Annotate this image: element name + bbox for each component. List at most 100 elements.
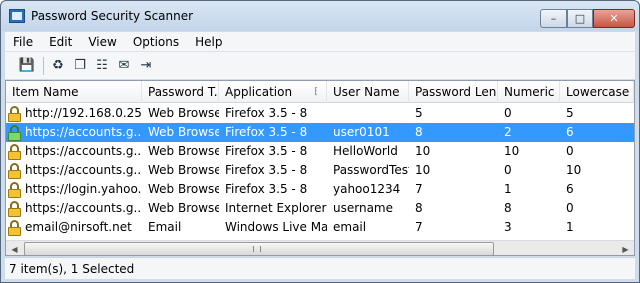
cell-password-type: Web Browser: [148, 125, 219, 139]
menu-edit[interactable]: Edit: [41, 35, 80, 49]
cell-lowercase: 6: [566, 125, 574, 139]
item-name-text: https://login.yahoo...: [25, 182, 142, 196]
menu-options[interactable]: Options: [125, 35, 187, 49]
cell-lowercase: 6: [566, 182, 574, 196]
cell-user-name: yahoo1234: [333, 182, 401, 196]
lock-icon: [8, 105, 21, 122]
app-window: Password Security Scanner – □ ✕ File Edi…: [0, 0, 640, 283]
cell-password-length: 7: [415, 182, 423, 196]
scrollbar-thumb[interactable]: [24, 242, 494, 255]
table-row[interactable]: https://accounts.g... Web Browser Firefo…: [6, 142, 634, 161]
lock-icon: [8, 181, 21, 198]
minimize-button[interactable]: –: [540, 9, 567, 28]
menu-bar: File Edit View Options Help: [5, 32, 635, 51]
cell-user-name: PasswordTest: [333, 163, 409, 177]
cell-application: Firefox 3.5 - 8: [225, 182, 308, 196]
item-name-text: https://accounts.g...: [25, 163, 142, 177]
cell-item-name: email@nirsoft.net: [6, 218, 142, 237]
cell-user-name: email: [333, 220, 367, 234]
item-name-text: email@nirsoft.net: [25, 220, 132, 234]
cell-password-type: Web Browser: [148, 106, 219, 120]
cell-numeric: 3: [504, 220, 512, 234]
table-row[interactable]: https://login.yahoo... Web Browser Firef…: [6, 180, 634, 199]
column-header-user-name[interactable]: User Name: [327, 81, 409, 103]
toolbar: 💾 ♻ ❐ ☷ ✉ ⇥: [5, 51, 635, 79]
cell-numeric: 0: [504, 163, 512, 177]
cell-numeric: 10: [504, 144, 520, 158]
column-header-password-type[interactable]: Password T...: [142, 81, 219, 103]
item-name-text: https://accounts.g...: [25, 144, 142, 158]
cell-password-type: Web Browser: [148, 163, 219, 177]
cell-password-length: 10: [415, 163, 431, 177]
column-header-password-length[interactable]: Password Len...: [409, 81, 498, 103]
cell-lowercase: 1: [566, 220, 574, 234]
cell-password-length: 8: [415, 201, 423, 215]
cell-item-name: https://accounts.g...: [6, 142, 142, 161]
cell-user-name: HelloWorld: [333, 144, 398, 158]
close-button[interactable]: ✕: [593, 9, 635, 28]
cell-application: Firefox 3.5 - 8: [225, 144, 308, 158]
password-list[interactable]: Item Name Password T... Application ⁅ Use…: [5, 80, 635, 256]
list-rows: http://192.168.0.254 Web Browser Firefox…: [6, 104, 634, 237]
sort-indicator-icon: ⁅: [314, 87, 318, 97]
properties-icon[interactable]: ☷: [92, 56, 112, 76]
cell-password-type: Web Browser: [148, 144, 219, 158]
column-header-item-name[interactable]: Item Name: [6, 81, 142, 103]
item-name-text: http://192.168.0.254: [25, 106, 142, 120]
cell-numeric: 0: [504, 106, 512, 120]
table-row[interactable]: https://accounts.g... Web Browser Firefo…: [6, 161, 634, 180]
lock-icon: [8, 219, 21, 236]
cell-password-length: 10: [415, 144, 431, 158]
column-header-lowercase[interactable]: Lowercase: [560, 81, 634, 103]
cell-item-name: http://192.168.0.254: [6, 104, 142, 123]
column-header-application[interactable]: Application ⁅: [219, 81, 327, 103]
cell-item-name: https://accounts.g...: [6, 123, 142, 142]
lock-icon: [8, 162, 21, 179]
lock-icon: [8, 200, 21, 217]
table-row[interactable]: https://accounts.g... Web Browser Firefo…: [6, 123, 634, 142]
cell-application: Firefox 3.5 - 8: [225, 125, 308, 139]
column-header-application-label: Application: [225, 85, 293, 99]
title-bar[interactable]: Password Security Scanner – □ ✕: [1, 1, 639, 31]
toolbar-separator: [43, 56, 44, 75]
cell-numeric: 1: [504, 182, 512, 196]
table-row[interactable]: http://192.168.0.254 Web Browser Firefox…: [6, 104, 634, 123]
cell-application: Firefox 3.5 - 8: [225, 106, 308, 120]
refresh-icon[interactable]: ♻: [48, 56, 68, 76]
app-icon: [9, 9, 25, 23]
html-report-icon[interactable]: ✉: [114, 56, 134, 76]
cell-password-type: Email: [148, 220, 182, 234]
menu-help[interactable]: Help: [187, 35, 230, 49]
cell-item-name: https://login.yahoo...: [6, 180, 142, 199]
menu-file[interactable]: File: [5, 35, 41, 49]
grip-icon: [253, 246, 261, 252]
horizontal-scrollbar[interactable]: ◀ ▶: [6, 240, 634, 255]
copy-icon[interactable]: ❐: [70, 56, 90, 76]
window-title: Password Security Scanner: [31, 9, 194, 23]
cell-application: Internet Explorer ...: [225, 201, 327, 215]
cell-user-name: username: [333, 201, 393, 215]
menu-view[interactable]: View: [80, 35, 124, 49]
status-bar: 7 item(s), 1 Selected: [5, 257, 635, 279]
cell-password-type: Web Browser: [148, 182, 219, 196]
maximize-button[interactable]: □: [567, 9, 593, 28]
cell-lowercase: 10: [566, 163, 582, 177]
cell-user-name: user0101: [333, 125, 390, 139]
column-header-numeric[interactable]: Numeric: [498, 81, 560, 103]
scroll-right-icon[interactable]: ▶: [617, 241, 634, 255]
cell-item-name: https://accounts.g...: [6, 199, 142, 218]
cell-lowercase: 5: [566, 106, 574, 120]
lock-icon: [8, 143, 21, 160]
cell-password-type: Web Browser: [148, 201, 219, 215]
cell-numeric: 8: [504, 201, 512, 215]
scroll-left-icon[interactable]: ◀: [6, 241, 23, 255]
cell-password-length: 8: [415, 125, 423, 139]
list-header: Item Name Password T... Application ⁅ Use…: [6, 81, 634, 103]
table-row[interactable]: email@nirsoft.net Email Windows Live Mai…: [6, 218, 634, 237]
exit-icon[interactable]: ⇥: [136, 56, 156, 76]
cell-lowercase: 0: [566, 144, 574, 158]
table-row[interactable]: https://accounts.g... Web Browser Intern…: [6, 199, 634, 218]
save-icon[interactable]: 💾: [17, 56, 37, 76]
cell-application: Windows Live Mail: [225, 220, 327, 234]
cell-lowercase: 0: [566, 201, 574, 215]
